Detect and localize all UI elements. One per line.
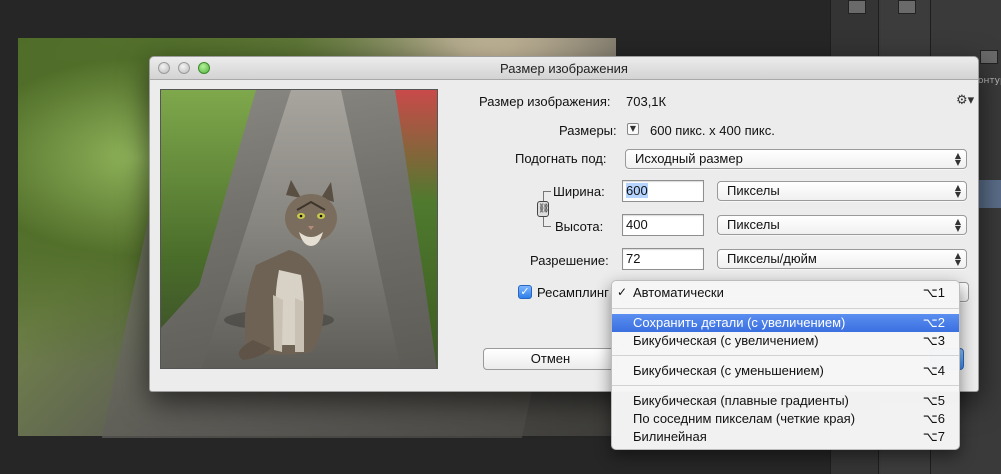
menu-item-automatic[interactable]: ✓ Автоматически ⌥1: [612, 284, 959, 302]
width-unit-select[interactable]: Пикселы ▲ ▼: [717, 181, 967, 201]
gear-icon[interactable]: ⚙▾: [956, 93, 974, 108]
menu-item-nearest-neighbor[interactable]: По соседним пикселам (четкие края) ⌥6: [612, 410, 959, 428]
dimensions-dropdown-icon[interactable]: ▼: [627, 123, 639, 135]
menu-item-bicubic-smooth[interactable]: Бикубическая (плавные градиенты) ⌥5: [612, 392, 959, 410]
chain-bracket-lower: [543, 217, 544, 226]
height-label: Высота:: [555, 219, 604, 234]
fit-to-select[interactable]: Исходный размер ▲ ▼: [625, 149, 967, 169]
menu-item-bilinear[interactable]: Билинейная ⌥7: [612, 428, 959, 446]
menu-item-shortcut: ⌥4: [922, 363, 945, 378]
paths-panel-tab[interactable]: онтуры: [978, 76, 1001, 86]
image-preview[interactable]: [160, 89, 438, 369]
panel-icon-button[interactable]: [848, 0, 866, 14]
dialog-titlebar[interactable]: Размер изображения: [150, 57, 978, 80]
menu-item-label: Сохранить детали (с увеличением): [633, 315, 846, 330]
chain-bracket-bottom: [543, 226, 551, 227]
width-unit-value: Пикселы: [727, 183, 780, 198]
menu-item-shortcut: ⌥1: [922, 285, 945, 300]
resolution-unit-value: Пикселы/дюйм: [727, 251, 817, 266]
chevron-updown-icon: ▲ ▼: [954, 217, 961, 233]
chevron-updown-icon: ▲ ▼: [954, 151, 961, 167]
menu-item-bicubic-sharper[interactable]: Бикубическая (с уменьшением) ⌥4: [612, 362, 959, 380]
fit-to-label: Подогнать под:: [515, 151, 607, 166]
menu-item-bicubic-smoother[interactable]: Бикубическая (с увеличением) ⌥3: [612, 332, 959, 350]
chain-bracket-top: [543, 191, 551, 192]
resolution-label: Разрешение:: [530, 253, 609, 268]
chevron-updown-icon: ▲ ▼: [954, 251, 961, 267]
resample-checkbox[interactable]: ✓: [518, 285, 532, 299]
menu-item-shortcut: ⌥7: [922, 429, 945, 444]
menu-item-label: Бикубическая (с уменьшением): [633, 363, 824, 378]
height-unit-select[interactable]: Пикселы ▲ ▼: [717, 215, 967, 235]
menu-item-shortcut: ⌥2: [922, 315, 945, 330]
menu-item-label: Билинейная: [633, 429, 707, 444]
height-value: 400: [626, 217, 648, 232]
panel-icon-button[interactable]: [980, 50, 998, 64]
menu-item-shortcut: ⌥3: [922, 333, 945, 348]
resample-menu: ✓ Автоматически ⌥1 Сохранить детали (с у…: [611, 280, 960, 450]
panel-icon-button[interactable]: [898, 0, 916, 14]
dimensions-value: 600 пикс. x 400 пикс.: [650, 123, 775, 138]
menu-separator: [612, 355, 959, 356]
menu-separator: [612, 308, 959, 309]
fit-to-value: Исходный размер: [635, 151, 743, 166]
image-size-label: Размер изображения:: [479, 94, 611, 109]
width-field[interactable]: 600: [622, 180, 704, 202]
image-size-value: 703,1К: [626, 94, 667, 109]
checkmark-icon: ✓: [617, 285, 628, 299]
width-label: Ширина:: [553, 184, 605, 199]
cancel-button-label: Отмен: [530, 351, 571, 366]
menu-item-label: Автоматически: [633, 285, 724, 300]
menu-item-preserve-details[interactable]: Сохранить детали (с увеличением) ⌥2: [612, 314, 959, 332]
height-field[interactable]: 400: [622, 214, 704, 236]
resolution-field[interactable]: 72: [622, 248, 704, 270]
menu-item-shortcut: ⌥5: [922, 393, 945, 408]
cancel-button[interactable]: Отмен: [483, 348, 618, 370]
width-value: 600: [626, 183, 648, 198]
panel-layer-highlight[interactable]: [978, 180, 1001, 208]
menu-item-shortcut: ⌥6: [922, 411, 945, 426]
menu-item-label: Бикубическая (с увеличением): [633, 333, 819, 348]
height-unit-value: Пикселы: [727, 217, 780, 232]
resample-label: Ресамплинг: [537, 285, 609, 300]
cat-image: [224, 180, 337, 360]
resolution-value: 72: [626, 251, 641, 266]
dimensions-label: Размеры:: [559, 123, 617, 138]
resolution-unit-select[interactable]: Пикселы/дюйм ▲ ▼: [717, 249, 967, 269]
dialog-title: Размер изображения: [500, 61, 628, 76]
menu-separator: [612, 385, 959, 386]
chevron-updown-icon: ▲ ▼: [954, 183, 961, 199]
menu-item-label: По соседним пикселам (четкие края): [633, 411, 856, 426]
menu-item-label: Бикубическая (плавные градиенты): [633, 393, 849, 408]
link-icon[interactable]: ⛓: [537, 201, 549, 217]
